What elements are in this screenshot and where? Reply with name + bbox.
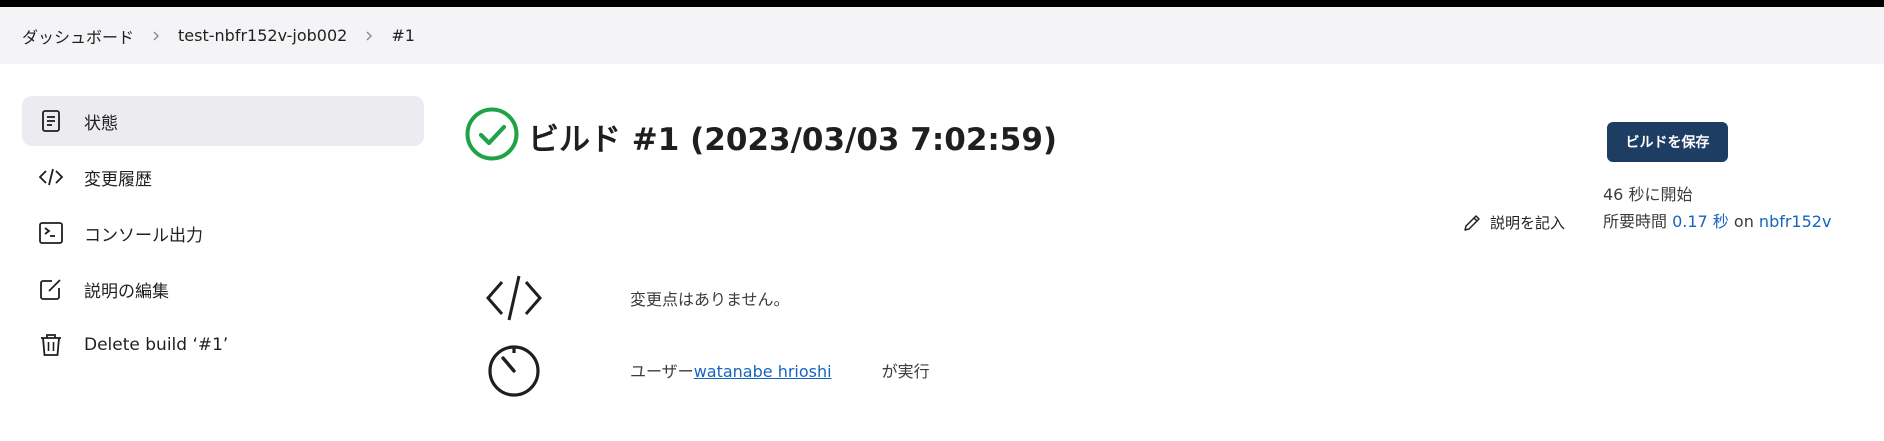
sidebar-item-delete-build[interactable]: Delete build ‘#1’: [22, 320, 424, 370]
sidebar-item-console[interactable]: コンソール出力: [22, 208, 424, 258]
build-duration: 所要時間 0.17 秒 on nbfr152v: [1603, 208, 1831, 232]
executed-suffix: が実行: [881, 362, 930, 381]
build-started-text: 46 秒に開始: [1603, 185, 1693, 204]
sidebar-item-edit-description[interactable]: 説明の編集: [22, 264, 424, 314]
edit-icon: [38, 276, 64, 302]
breadcrumb-build[interactable]: #1: [391, 26, 415, 45]
sidebar-item-label: Delete build ‘#1’: [84, 335, 229, 355]
terminal-icon: [38, 220, 64, 246]
success-check-icon: [464, 106, 520, 166]
sidebar-item-label: 変更履歴: [84, 169, 152, 190]
code-icon: [38, 164, 64, 190]
timer-icon: [484, 340, 544, 400]
sidebar-item-label: 説明の編集: [84, 281, 169, 302]
save-build-button[interactable]: ビルドを保存: [1607, 122, 1728, 162]
build-cause-row: ユーザーwatanabe hrioshi が実行: [484, 340, 930, 400]
node-link[interactable]: nbfr152v: [1759, 212, 1832, 231]
chevron-right-icon: [363, 30, 375, 42]
no-changes-text: 変更点はありません。: [630, 290, 790, 309]
pencil-icon: [1464, 214, 1480, 231]
on-text: on: [1728, 212, 1759, 231]
changes-row: 変更点はありません。: [484, 268, 790, 328]
document-icon: [38, 108, 64, 134]
build-header: ビルド #1 (2023/03/03 7:02:59): [464, 106, 1057, 166]
page-title: ビルド #1 (2023/03/03 7:02:59): [528, 121, 1058, 158]
top-bar: [0, 0, 1884, 7]
user-prefix: ユーザー: [630, 362, 694, 381]
build-cause-text: ユーザーwatanabe hrioshi が実行: [630, 358, 930, 382]
trash-icon: [38, 332, 64, 358]
add-description-button[interactable]: 説明を記入: [1462, 212, 1565, 233]
sidebar-item-label: 状態: [84, 113, 118, 134]
breadcrumb: ダッシュボード test-nbfr152v-job002 #1: [0, 7, 1884, 64]
breadcrumb-dashboard[interactable]: ダッシュボード: [22, 24, 134, 48]
sidebar-item-status[interactable]: 状態: [22, 96, 424, 146]
sidebar-item-changes[interactable]: 変更履歴: [22, 152, 424, 202]
add-description-label: 説明を記入: [1490, 214, 1566, 232]
code-icon: [484, 268, 544, 328]
sidebar: 状態 変更履歴 コンソール出力 説明の編集 Delete build ‘#1’: [22, 96, 424, 376]
sidebar-item-label: コンソール出力: [84, 225, 203, 246]
breadcrumb-job[interactable]: test-nbfr152v-job002: [178, 26, 347, 45]
duration-prefix: 所要時間: [1603, 212, 1673, 231]
user-link[interactable]: watanabe hrioshi: [694, 362, 832, 381]
chevron-right-icon: [150, 30, 162, 42]
duration-link[interactable]: 0.17 秒: [1672, 212, 1729, 231]
